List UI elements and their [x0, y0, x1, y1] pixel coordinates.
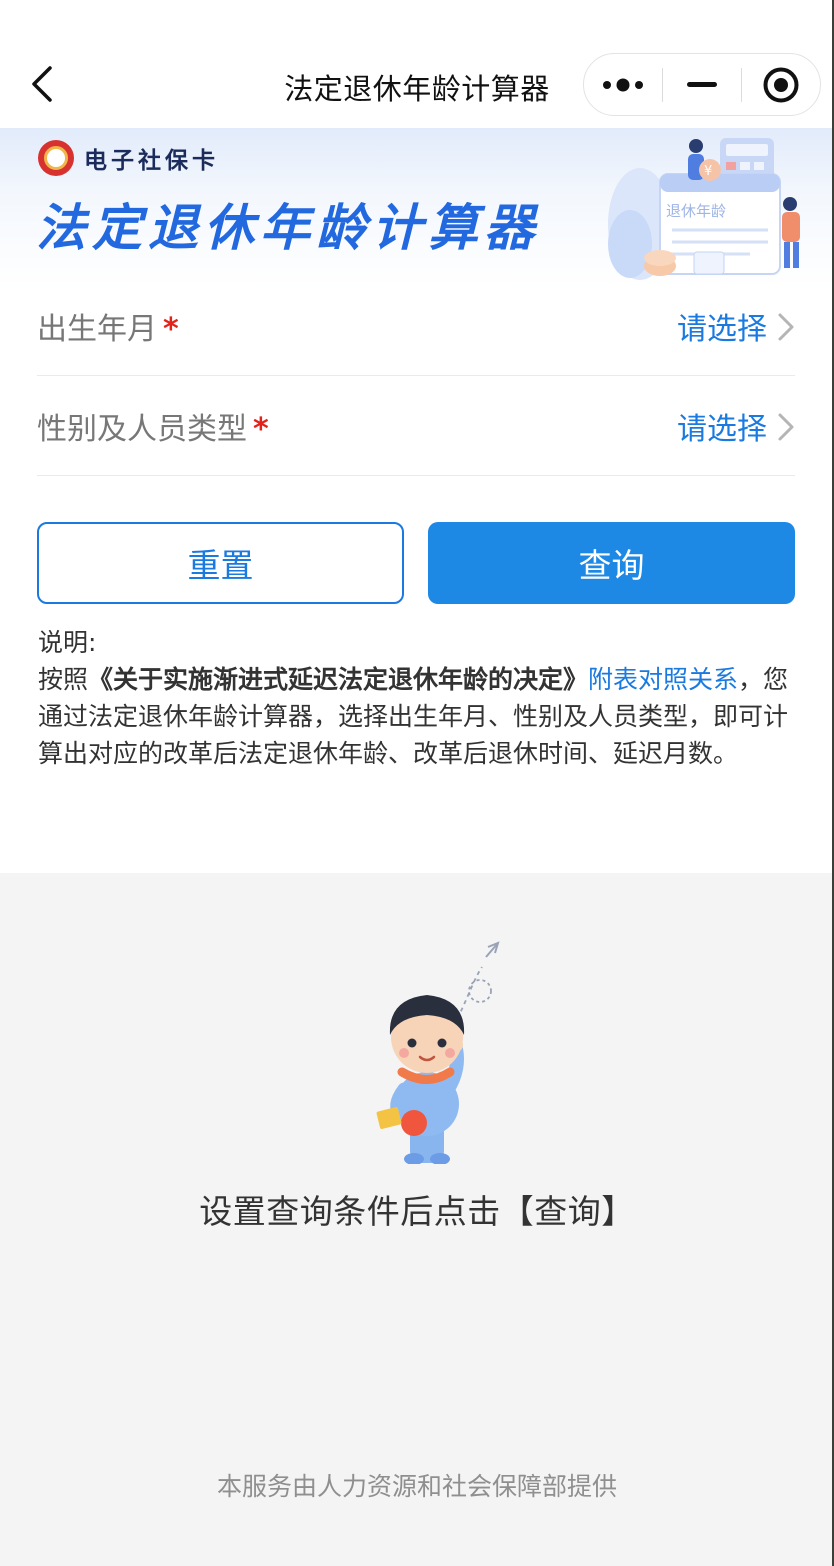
navigation-bar: 法定退休年龄计算器: [0, 0, 834, 128]
brand: 电子社保卡: [38, 140, 219, 176]
illustration-label: 退休年龄: [666, 202, 726, 220]
gender-type-label: 性别及人员类型 *: [37, 412, 269, 447]
more-button[interactable]: [584, 54, 662, 115]
appendix-link[interactable]: 附表对照关系: [588, 665, 738, 694]
footer-provider-text: 本服务由人力资源和社会保障部提供: [216, 1472, 617, 1501]
svg-text:¥: ¥: [704, 164, 712, 179]
mini-program-capsule: [583, 53, 821, 116]
birth-date-label: 出生年月 *: [37, 312, 179, 347]
minimize-icon: [687, 81, 717, 87]
brand-name: 电子社保卡: [84, 148, 219, 174]
chevron-right-icon: [778, 313, 794, 341]
instructions-body: 按照《关于实施渐进式延迟法定退休年龄的决定》附表对照关系，您通过法定退休年龄计算…: [38, 665, 789, 768]
required-mark: *: [253, 412, 269, 447]
close-button[interactable]: [742, 54, 820, 115]
child-pointing-illustration-icon: [376, 941, 500, 1164]
required-mark: *: [163, 312, 179, 347]
query-button[interactable]: 查询: [428, 522, 795, 604]
banner-title: 法定退休年龄计算器: [36, 199, 540, 257]
more-dots-icon: [602, 78, 643, 91]
instructions: 说明: 按照《关于实施渐进式延迟法定退休年龄的决定》附表对照关系，您通过法定退休…: [38, 624, 798, 772]
gender-type-field[interactable]: 性别及人员类型 * 请选择: [37, 376, 795, 476]
header-banner: 电子社保卡 法定退休年龄计算器 退休年龄 ¥: [0, 128, 834, 288]
minimize-button[interactable]: [663, 54, 741, 115]
birth-date-picker[interactable]: 请选择: [677, 304, 767, 348]
target-close-icon: [763, 67, 799, 102]
retirement-illustration-icon: 退休年龄 ¥: [608, 138, 800, 280]
birth-date-field[interactable]: 出生年月 * 请选择: [37, 276, 795, 376]
empty-state-text: 设置查询条件后点击【查询】: [199, 1192, 635, 1231]
gender-type-picker[interactable]: 请选择: [677, 404, 767, 448]
social-security-logo-icon: [38, 140, 74, 176]
reset-button[interactable]: 重置: [37, 522, 404, 604]
chevron-right-icon: [778, 413, 794, 441]
instructions-heading: 说明:: [38, 628, 97, 657]
result-panel: 设置查询条件后点击【查询】 本服务由人力资源和社会保障部提供: [0, 873, 834, 1566]
document-title: 《关于实施渐进式延迟法定退休年龄的决定》: [88, 665, 589, 694]
